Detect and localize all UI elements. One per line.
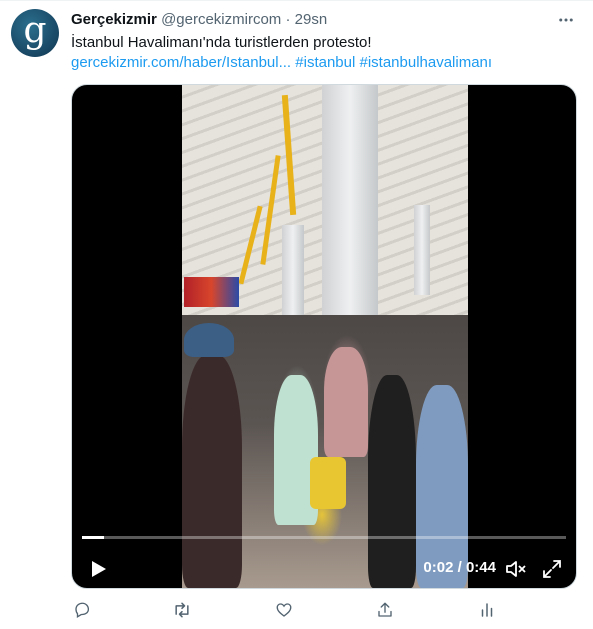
fullscreen-button[interactable] <box>540 557 564 581</box>
video-progress-bar[interactable] <box>82 536 566 539</box>
person <box>324 347 368 457</box>
reply-icon <box>75 602 90 618</box>
pillar <box>414 205 430 295</box>
share-button[interactable] <box>374 599 396 621</box>
tweet-header: Gerçekizmir @gercekizmircom · 29sn <box>71 10 327 30</box>
retweet-icon <box>175 602 189 618</box>
mute-button[interactable] <box>504 557 528 581</box>
author-handle[interactable]: @gercekizmircom <box>161 11 281 28</box>
more-options-button[interactable] <box>553 7 579 33</box>
play-button[interactable] <box>86 557 110 581</box>
hashtag-istanbulhavalimani[interactable]: #istanbulhavalimanı <box>359 54 492 71</box>
person <box>310 457 346 509</box>
video-frame[interactable] <box>182 85 468 588</box>
avatar[interactable]: g <box>11 9 59 57</box>
article-link[interactable]: gercekizmir.com/haber/Istanbul... <box>71 54 291 71</box>
author-name[interactable]: Gerçekizmir <box>71 11 157 28</box>
heart-icon <box>276 603 292 617</box>
play-icon <box>92 561 106 577</box>
gercekizmir-logo-icon: g <box>23 10 47 51</box>
fullscreen-icon <box>543 560 561 578</box>
duration: 0:44 <box>465 559 496 576</box>
analytics-icon <box>481 603 493 617</box>
current-time: 0:02 <box>423 559 454 576</box>
volume-muted-icon <box>506 561 526 577</box>
reply-button[interactable] <box>71 599 93 621</box>
hat <box>184 323 234 357</box>
time-separator: / <box>457 559 462 576</box>
video-progress-fill <box>82 536 104 539</box>
video-player[interactable]: 0:02 / 0:44 <box>71 84 577 589</box>
like-button[interactable] <box>273 599 295 621</box>
tweet-links: gercekizmir.com/haber/Istanbul... #istan… <box>71 53 492 73</box>
video-time: 0:02 / 0:44 <box>423 558 496 578</box>
tweet-card[interactable]: g Gerçekizmir @gercekizmircom · 29sn İst… <box>0 0 593 629</box>
tweet-text: İstanbul Havalimanı'nda turistlerden pro… <box>71 34 372 51</box>
separator-dot: · <box>285 11 291 28</box>
retweet-button[interactable] <box>171 599 193 621</box>
more-icon <box>559 18 573 22</box>
person <box>368 375 416 588</box>
pillar <box>322 85 378 345</box>
departure-screen <box>184 277 239 307</box>
share-icon <box>378 602 392 617</box>
tweet-actions <box>71 599 501 623</box>
analytics-button[interactable] <box>476 599 498 621</box>
tweet-time[interactable]: 29sn <box>295 11 328 28</box>
hashtag-istanbul[interactable]: #istanbul <box>295 54 355 71</box>
person <box>182 355 242 588</box>
